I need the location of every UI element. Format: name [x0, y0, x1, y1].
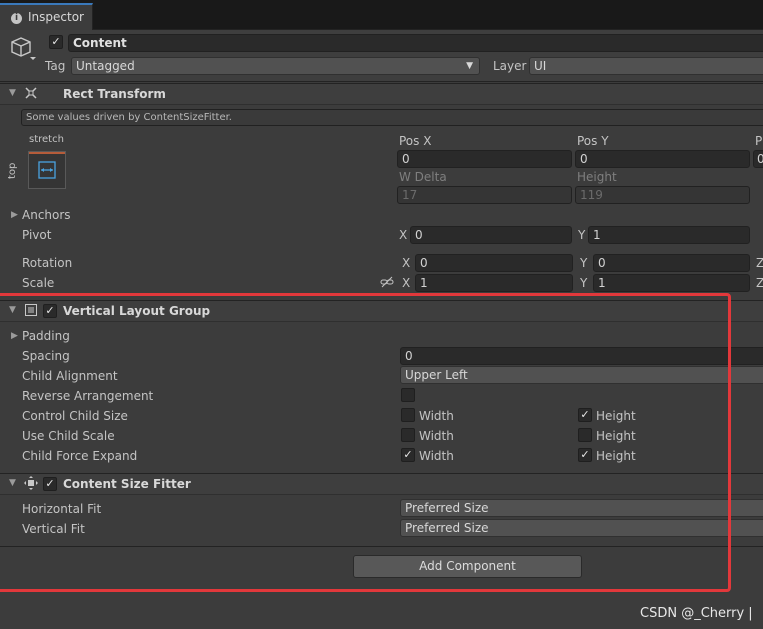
tab-label: Inspector — [28, 10, 84, 24]
scale-y-field[interactable]: 1 — [593, 274, 750, 292]
scale-x-label: X — [402, 276, 411, 290]
pos-x-field[interactable]: 0 — [397, 150, 572, 168]
pivot-y-label: Y — [578, 228, 586, 242]
chevron-down-icon: ▼ — [466, 61, 473, 71]
pos-y-field[interactable]: 0 — [575, 150, 750, 168]
anchors-label[interactable]: Anchors — [22, 208, 71, 222]
pivot-y-field[interactable]: 1 — [588, 226, 750, 244]
w-delta-label: W Delta — [399, 170, 447, 184]
scale-label: Scale — [22, 276, 55, 290]
rect-transform-title: Rect Transform — [63, 87, 166, 101]
anchor-preset-v-label: top — [7, 162, 18, 179]
rotation-label: Rotation — [22, 256, 73, 270]
object-name-field[interactable]: Content — [68, 34, 763, 52]
anchor-preset-button[interactable] — [28, 151, 66, 189]
rotation-x-field[interactable]: 0 — [415, 254, 573, 272]
rect-transform-header[interactable]: ▼ Rect Transform — [0, 83, 763, 105]
height-delta-field: 119 — [575, 186, 750, 204]
scale-z-label: Z — [756, 276, 763, 290]
pivot-x-label: X — [399, 228, 408, 242]
watermark: CSDN @_Cherry | — [640, 606, 753, 621]
pivot-label: Pivot — [22, 228, 52, 242]
layer-value: UI — [534, 59, 547, 73]
info-icon: i — [11, 13, 22, 24]
rotation-y-field[interactable]: 0 — [593, 254, 750, 272]
layer-label: Layer — [493, 59, 527, 73]
tag-value: Untagged — [76, 59, 135, 73]
tab-inspector[interactable]: i Inspector — [0, 3, 93, 30]
anchors-foldout-icon[interactable]: ▶ — [11, 210, 18, 220]
tag-dropdown[interactable]: Untagged ▼ — [71, 57, 480, 75]
scale-y-label: Y — [580, 276, 588, 290]
foldout-arrow-icon: ▼ — [9, 88, 16, 98]
tab-bar — [0, 0, 763, 30]
pos-z-label: P — [755, 134, 763, 148]
tag-label: Tag — [45, 59, 66, 73]
w-delta-field: 17 — [397, 186, 572, 204]
height-delta-label: Height — [577, 170, 617, 184]
rect-transform-icon — [25, 86, 37, 100]
driven-note: Some values driven by ContentSizeFitter. — [21, 109, 763, 126]
pivot-x-field[interactable]: 0 — [410, 226, 572, 244]
anchor-preset-h-label: stretch — [29, 134, 64, 145]
rotation-x-label: X — [402, 256, 411, 270]
constrain-proportions-icon[interactable] — [380, 276, 394, 288]
layer-dropdown[interactable]: UI — [529, 57, 763, 75]
scale-x-field[interactable]: 1 — [415, 274, 573, 292]
rotation-z-label: Z — [756, 256, 763, 270]
highlight-box — [0, 293, 731, 592]
rotation-y-label: Y — [580, 256, 588, 270]
pos-x-label: Pos X — [399, 134, 432, 148]
pos-z-field[interactable]: 0 — [753, 150, 763, 168]
gameobject-cube-icon[interactable] — [9, 35, 39, 63]
active-toggle[interactable]: ✓ — [49, 35, 63, 49]
pos-y-label: Pos Y — [577, 134, 609, 148]
